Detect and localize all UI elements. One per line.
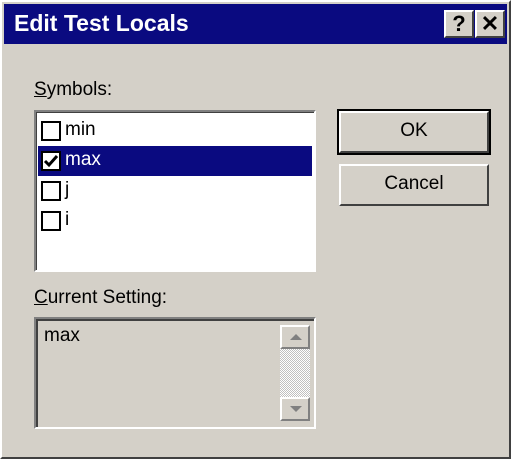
checkmark-icon [43,155,59,168]
current-setting-scrollbar[interactable] [280,325,310,421]
close-icon: ✕ [480,11,500,36]
scroll-down-button[interactable] [280,397,310,421]
list-item-i[interactable]: i [38,206,312,236]
list-item-max[interactable]: max [38,146,312,176]
scroll-up-button[interactable] [280,325,310,349]
list-item-label: i [65,209,70,230]
list-item-min[interactable]: min [38,116,312,146]
symbols-label-text: ymbols: [46,79,113,100]
ok-button[interactable]: OK [337,109,491,155]
title-bar[interactable]: Edit Test Locals ? ✕ [4,4,507,44]
checkbox-i[interactable] [41,211,61,231]
list-item-label: min [65,119,96,140]
list-item-label: max [65,149,101,170]
symbols-label: Symbols: [34,79,112,101]
current-setting-box: max [34,317,316,429]
close-button[interactable]: ✕ [475,10,505,38]
scroll-track[interactable] [280,349,310,397]
edit-test-locals-dialog: Edit Test Locals ? ✕ Symbols: min max j [0,0,511,459]
current-setting-label: Current Setting: [34,287,167,309]
current-setting-label-accelerator: C [34,287,48,308]
arrow-down-icon [290,406,302,412]
question-mark-icon: ? [452,11,466,36]
list-item-j[interactable]: j [38,176,312,206]
cancel-button[interactable]: Cancel [339,164,489,206]
list-item-label: j [65,179,70,200]
current-setting-value: max [44,325,80,346]
arrow-up-icon [290,334,302,340]
current-setting-label-text: urrent Setting: [47,287,168,308]
symbols-listbox[interactable]: min max j i [34,110,316,272]
checkbox-j[interactable] [41,181,61,201]
checkbox-min[interactable] [41,121,61,141]
help-button[interactable]: ? [444,10,474,38]
checkbox-max[interactable] [41,151,61,171]
symbols-label-accelerator: S [34,79,47,100]
window-title: Edit Test Locals [14,10,189,36]
